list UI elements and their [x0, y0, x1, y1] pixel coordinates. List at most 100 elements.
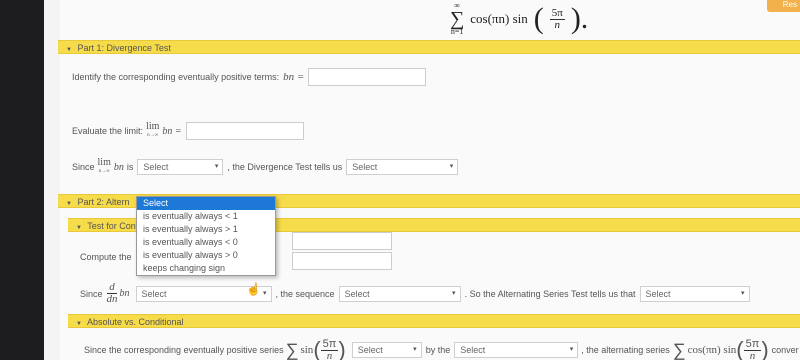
- fraction-denominator: n: [749, 349, 756, 360]
- fraction-numerator: 5π: [743, 337, 762, 351]
- reset-button[interactable]: Res: [767, 0, 800, 12]
- identify-label: Identify the corresponding eventually po…: [72, 72, 280, 82]
- sigma-glyph: ∑: [450, 8, 465, 30]
- sigma-glyph: ∑: [285, 339, 299, 360]
- dropdown-option[interactable]: keeps changing sign: [137, 262, 275, 275]
- select-value: Select: [645, 288, 671, 299]
- select-value: Select: [357, 345, 383, 355]
- paren-left: (: [313, 337, 321, 360]
- dropdown-option[interactable]: is eventually always < 0: [137, 236, 275, 249]
- worksheet-page: ∞ ∑ n=1 cos(πn) sin ( 5π n ). Res ▼ Part…: [44, 0, 800, 360]
- compute-row: Compute the: [80, 252, 132, 262]
- deriv-denominator: dn: [106, 293, 118, 305]
- chevron-down-icon: ▾: [449, 163, 454, 170]
- paren-right: ): [338, 337, 346, 360]
- paren-left: (: [533, 2, 544, 35]
- chevron-down-icon: ▾: [569, 346, 574, 353]
- sigma-symbol: ∞ ∑ n=1: [450, 2, 464, 36]
- limit-input[interactable]: [185, 122, 304, 140]
- abs-row: Since the corresponding eventually posit…: [84, 336, 799, 360]
- since-label: Since: [72, 162, 95, 172]
- dropdown-option[interactable]: is eventually always > 1: [137, 223, 275, 236]
- evaluate-label: Evaluate the limit:: [72, 126, 144, 136]
- limit-comparison-select[interactable]: Select ▾: [137, 159, 224, 175]
- select-value: Select: [352, 162, 378, 172]
- chevron-down-icon: ▾: [740, 289, 745, 297]
- limit-notation: lim n→∞: [146, 122, 159, 140]
- divergence-result-select[interactable]: Select ▾: [346, 159, 459, 175]
- collapse-triangle-icon: ▼: [66, 47, 72, 53]
- dropdown-option[interactable]: is eventually always > 0: [137, 249, 275, 262]
- part1-header[interactable]: ▼ Part 1: Divergence Test: [58, 40, 800, 54]
- paren-left: (: [736, 337, 744, 360]
- sequence-behavior-select[interactable]: Select ▾: [338, 285, 461, 302]
- subsection-title: Test for Con: [87, 221, 136, 231]
- deriv-bn: bn: [119, 288, 130, 299]
- chevron-down-icon: ▾: [214, 163, 219, 170]
- sigma-glyph: ∑: [672, 339, 686, 360]
- worksheet-content: ∞ ∑ n=1 cos(πn) sin ( 5π n ). Res ▼ Part…: [58, 0, 800, 360]
- abs-test-select[interactable]: Select ▾: [454, 342, 579, 358]
- lim-subscript: n→∞: [147, 133, 159, 138]
- hand-cursor-icon: ☝: [246, 282, 261, 296]
- part2-title: Part 2: Altern: [77, 197, 130, 207]
- select-value: Select: [141, 288, 167, 299]
- dropdown-option[interactable]: Select: [137, 197, 275, 210]
- lim-bn: bn =: [162, 125, 182, 137]
- divergence-label: , the Divergence Test tells us: [227, 162, 343, 172]
- fraction-numerator: 5π: [549, 6, 565, 20]
- fraction-denominator: n: [326, 349, 333, 360]
- alt-fraction: 5π n: [743, 337, 762, 360]
- abs-term: sin: [300, 344, 314, 356]
- ast-result-select[interactable]: Select ▾: [639, 285, 750, 302]
- is-label: is: [126, 162, 134, 172]
- chevron-down-icon: ▾: [413, 346, 417, 353]
- since-label: Since: [80, 288, 103, 299]
- part1-title: Part 1: Divergence Test: [77, 43, 171, 53]
- sequence-label: , the sequence: [275, 288, 335, 299]
- select-value: Select: [460, 345, 486, 355]
- dropdown-option[interactable]: is eventually always < 1: [137, 210, 275, 223]
- bn-symbol: bn =: [283, 71, 305, 83]
- abs-convergence-select[interactable]: Select ▾: [351, 342, 422, 358]
- select-value: Select: [344, 288, 370, 299]
- lim-word: lim: [97, 157, 111, 168]
- series-term: cos(πn) sin: [470, 11, 528, 26]
- evaluate-row: Evaluate the limit: lim n→∞ bn =: [72, 122, 304, 140]
- collapse-triangle-icon: ▼: [76, 225, 82, 231]
- chevron-down-icon: ▾: [452, 289, 456, 297]
- abs-fraction: 5π n: [320, 337, 339, 360]
- lim-subscript: n→∞: [98, 169, 110, 174]
- since-bn: bn: [113, 161, 124, 173]
- collapse-triangle-icon: ▼: [76, 321, 82, 327]
- abs-vs-cond-header[interactable]: ▼ Absolute vs. Conditional: [68, 314, 800, 328]
- collapse-triangle-icon: ▼: [66, 201, 72, 207]
- select-value: Select: [143, 162, 169, 172]
- compute-label: Compute the: [80, 252, 132, 262]
- limit-notation-2: lim n→∞: [98, 158, 111, 176]
- identify-row: Identify the corresponding eventually po…: [72, 68, 427, 86]
- since-limit-row: Since lim n→∞ bn is Select ▾ , the Diver…: [72, 158, 459, 176]
- paren-right: ): [761, 337, 769, 360]
- compute-input-1[interactable]: [292, 232, 392, 250]
- paren-right: ).: [570, 2, 589, 35]
- sigma-lower: n=1: [450, 27, 464, 36]
- converges-label: conver: [771, 345, 799, 355]
- fraction-denominator: n: [554, 18, 561, 31]
- abs-section-title: Absolute vs. Conditional: [86, 317, 184, 327]
- fraction-numerator: 5π: [320, 337, 339, 351]
- series-expression: ∞ ∑ n=1 cos(πn) sin ( 5π n ).: [450, 2, 588, 36]
- lim-word: lim: [146, 121, 160, 132]
- by-label: by the: [425, 345, 451, 355]
- series-fraction: 5π n: [549, 6, 565, 31]
- chevron-down-icon: ▾: [263, 289, 267, 297]
- abs-since-label: Since the corresponding eventually posit…: [84, 345, 284, 355]
- ast-label: . So the Alternating Series Test tells u…: [464, 288, 636, 299]
- bn-input[interactable]: [308, 68, 427, 86]
- since-derivative-row: Since d dn bn Select ▾ , the sequence Se…: [80, 282, 750, 305]
- dropdown-menu[interactable]: Select is eventually always < 1 is event…: [136, 196, 276, 276]
- alt-term: cos(πn) sin: [687, 344, 737, 356]
- compute-input-2[interactable]: [292, 252, 392, 270]
- alt-label: , the alternating series: [581, 345, 670, 355]
- derivative-fraction: d dn: [107, 282, 118, 305]
